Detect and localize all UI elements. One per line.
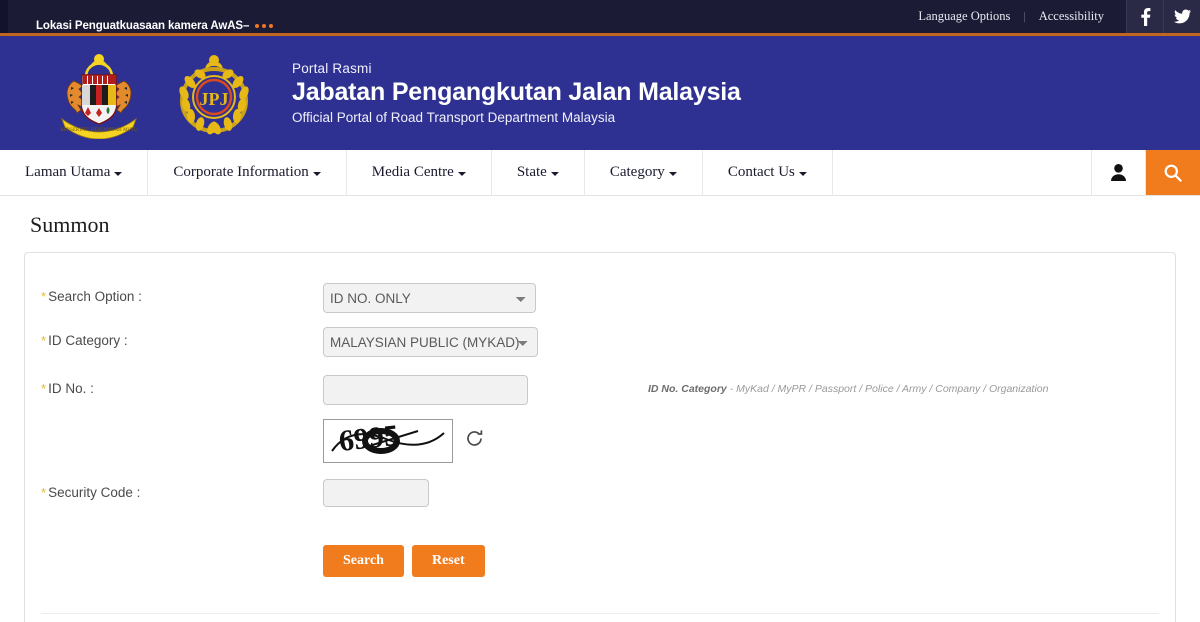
id-no-input[interactable]	[323, 375, 528, 405]
top-utility-bar: Lokasi Penguatkuasaan kamera AwAS– Langu…	[0, 0, 1200, 36]
chevron-down-icon	[668, 172, 677, 176]
reset-button[interactable]: Reset	[411, 545, 485, 577]
utility-links: Language Options | Accessibility	[918, 0, 1126, 33]
page-content: Summon * Search Option : ID NO. ONLY * ID …	[0, 196, 1200, 622]
security-code-label: * Security Code :	[41, 479, 323, 500]
facebook-icon[interactable]	[1126, 0, 1163, 33]
jpj-logo-icon: JPJ	[179, 55, 249, 135]
id-no-hint-body: - MyKad / MyPR / Passport / Police / Arm…	[729, 383, 1049, 395]
svg-text:BERSEKUTU BERTAMBAH MUTU: BERSEKUTU BERTAMBAH MUTU	[60, 128, 138, 133]
malaysia-coat-of-arms-icon: BERSEKUTU BERTAMBAH MUTU	[60, 54, 138, 139]
portal-label: Portal Rasmi	[292, 61, 372, 77]
nav-item-laman-utama[interactable]: Laman Utama	[0, 150, 149, 195]
ticker-text: Lokasi Penguatkuasaan kamera AwAS–	[36, 20, 250, 32]
nav-label: Contact Us	[727, 164, 795, 180]
chevron-down-icon	[114, 172, 123, 176]
form-row-id-category: * ID Category : MALAYSIAN PUBLIC (MYKAD)	[25, 327, 1175, 357]
security-code-field	[323, 479, 429, 507]
nav-label: Category	[609, 164, 665, 180]
required-marker: *	[41, 381, 47, 396]
nav-item-corporate-information[interactable]: Corporate Information	[148, 150, 347, 195]
label-text: Security Code :	[48, 485, 141, 500]
topbar-right-group: Language Options | Accessibility	[918, 0, 1200, 33]
id-category-select[interactable]: MALAYSIAN PUBLIC (MYKAD)	[323, 327, 538, 357]
id-no-hint-prefix: ID No. Category	[648, 383, 727, 395]
masthead-titles: Portal Rasmi Jabatan Pengangkutan Jalan …	[292, 61, 741, 125]
chevron-down-icon	[312, 172, 321, 176]
nav-item-media-centre[interactable]: Media Centre	[347, 150, 492, 195]
nav-item-contact-us[interactable]: Contact Us	[703, 150, 833, 195]
nav-spacer	[833, 150, 1092, 195]
news-ticker[interactable]: Lokasi Penguatkuasaan kamera AwAS–	[36, 20, 274, 32]
twitter-icon[interactable]	[1163, 0, 1200, 33]
nav-label: State	[516, 164, 547, 180]
required-marker: *	[41, 485, 47, 500]
required-marker: *	[41, 333, 47, 348]
id-category-label: * ID Category :	[41, 327, 323, 348]
chevron-down-icon	[798, 172, 807, 176]
nav-item-state[interactable]: State	[492, 150, 585, 195]
id-no-label: * ID No. :	[41, 375, 323, 396]
svg-text:JPJ: JPJ	[200, 89, 229, 109]
label-text: ID Category :	[48, 333, 128, 348]
search-option-field: ID NO. ONLY	[323, 283, 536, 313]
nav-label: Media Centre	[371, 164, 454, 180]
id-category-field: MALAYSIAN PUBLIC (MYKAD)	[323, 327, 538, 357]
form-row-id-no: * ID No. : ID No. Category - MyKad / MyPR…	[25, 375, 1175, 405]
summon-search-panel: * Search Option : ID NO. ONLY * ID Categor…	[24, 252, 1176, 622]
search-option-select[interactable]: ID NO. ONLY	[323, 283, 536, 313]
id-no-field	[323, 375, 528, 405]
search-icon[interactable]	[1146, 150, 1200, 195]
left-rail	[0, 0, 8, 33]
site-subtitle: Official Portal of Road Transport Depart…	[292, 109, 616, 125]
note-label: NOTE :	[25, 614, 1175, 622]
main-navigation: Laman Utama Corporate Information Media …	[0, 150, 1200, 196]
social-links	[1126, 0, 1200, 33]
form-row-security-code: * Security Code :	[25, 479, 1175, 507]
nav-label: Laman Utama	[25, 164, 111, 180]
search-button[interactable]: Search	[323, 545, 404, 577]
nav-item-category[interactable]: Category	[585, 150, 703, 195]
utility-separator: |	[1023, 9, 1026, 23]
accessibility-link[interactable]: Accessibility	[1039, 9, 1104, 24]
nav-label: Corporate Information	[173, 164, 309, 180]
page-title: Summon	[30, 212, 110, 237]
ticker-dots-icon	[255, 24, 274, 28]
chevron-down-icon	[457, 172, 466, 176]
captcha-row: 6995	[25, 419, 1175, 463]
user-icon[interactable]	[1092, 150, 1146, 195]
search-option-label: * Search Option :	[41, 283, 323, 304]
form-row-search-option: * Search Option : ID NO. ONLY	[25, 283, 1175, 313]
label-text: ID No. :	[48, 381, 94, 396]
chevron-down-icon	[550, 172, 559, 176]
refresh-icon[interactable]	[465, 429, 484, 453]
site-masthead: BERSEKUTU BERTAMBAH MUTU JPJ Portal Rasm…	[0, 36, 1200, 150]
label-text: Search Option :	[48, 289, 142, 304]
form-actions: Search Reset	[25, 545, 1175, 577]
id-no-hint: ID No. Category - MyKad / MyPR / Passpor…	[648, 375, 1049, 395]
security-code-input[interactable]	[323, 479, 429, 507]
site-title: Jabatan Pengangkutan Jalan Malaysia	[292, 78, 741, 107]
language-options-link[interactable]: Language Options	[918, 9, 1010, 24]
required-marker: *	[41, 289, 47, 304]
captcha-image: 6995	[323, 419, 453, 463]
